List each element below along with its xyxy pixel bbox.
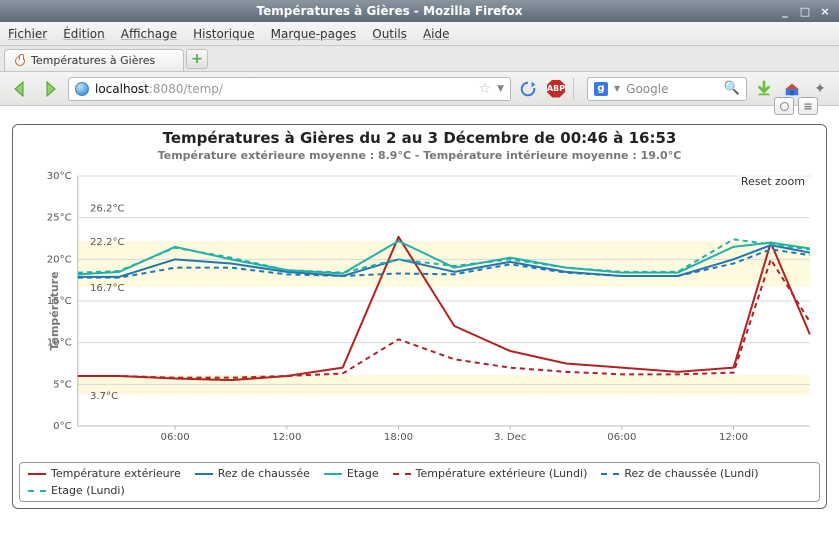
- svg-text:22.2°C: 22.2°C: [90, 237, 125, 248]
- search-bar[interactable]: g ▼ Google 🔍: [587, 77, 747, 101]
- window-title: Températures à Gières - Mozilla Firefox: [257, 4, 523, 18]
- tab-active[interactable]: Températures à Gières: [4, 49, 184, 71]
- legend-item-etage[interactable]: Etage: [324, 467, 379, 480]
- chart-export-button[interactable]: [774, 97, 794, 115]
- search-engine-icon[interactable]: g: [594, 82, 608, 96]
- nav-toolbar: localhost:8080/temp/ ☆ ▼ ABP g ▼ Google …: [0, 72, 839, 106]
- window-close-button[interactable]: ×: [817, 3, 833, 19]
- svg-text:16.7°C: 16.7°C: [90, 283, 125, 294]
- menu-edit[interactable]: Édition: [63, 27, 105, 41]
- chart-title: Températures à Gières du 2 au 3 Décembre…: [19, 129, 820, 147]
- menu-view[interactable]: Affichage: [121, 27, 177, 41]
- svg-text:25°C: 25°C: [47, 213, 72, 224]
- url-bar[interactable]: localhost:8080/temp/ ☆ ▼: [68, 77, 511, 101]
- forward-button[interactable]: [38, 77, 62, 101]
- url-path: /temp/: [183, 82, 222, 96]
- downloads-button[interactable]: [753, 78, 775, 100]
- svg-text:12:00: 12:00: [719, 432, 748, 443]
- tab-bar: Températures à Gières +: [0, 46, 839, 72]
- legend-item-etage-lundi[interactable]: Etage (Lundi): [28, 484, 125, 497]
- search-placeholder: Google: [626, 82, 668, 96]
- window-titlebar: Températures à Gières - Mozilla Firefox …: [0, 0, 839, 22]
- svg-text:0°C: 0°C: [53, 421, 72, 432]
- chart-plot[interactable]: Température Reset zoom 0°C5°C10°C15°C20°…: [19, 166, 820, 456]
- url-dropdown-icon[interactable]: ▼: [497, 84, 504, 94]
- svg-text:12:00: 12:00: [272, 432, 301, 443]
- tab-label: Températures à Gières: [31, 54, 155, 67]
- window-minimize-button[interactable]: _: [777, 3, 793, 19]
- chart-menu-button[interactable]: ≡: [798, 97, 818, 115]
- window-maximize-button[interactable]: □: [797, 3, 813, 19]
- new-tab-button[interactable]: +: [186, 49, 208, 69]
- svg-text:30°C: 30°C: [47, 171, 72, 182]
- search-dropdown-icon[interactable]: ▼: [614, 84, 620, 93]
- legend-item-ext[interactable]: Température extérieure: [28, 467, 181, 480]
- svg-text:06:00: 06:00: [161, 432, 190, 443]
- search-go-icon[interactable]: 🔍: [724, 81, 740, 96]
- page-content: Températures à Gières du 2 au 3 Décembre…: [0, 106, 839, 515]
- svg-text:06:00: 06:00: [607, 432, 636, 443]
- site-identity-icon[interactable]: [75, 82, 89, 96]
- svg-text:26.2°C: 26.2°C: [90, 204, 125, 215]
- adblock-icon[interactable]: ABP: [545, 78, 567, 100]
- svg-text:18:00: 18:00: [384, 432, 413, 443]
- chart-container: Températures à Gières du 2 au 3 Décembre…: [12, 124, 827, 509]
- menu-help[interactable]: Aide: [423, 27, 450, 41]
- menu-file[interactable]: Fichier: [8, 27, 47, 41]
- bookmark-star-icon[interactable]: ☆: [479, 81, 492, 97]
- legend-item-rdc[interactable]: Rez de chaussée: [195, 467, 310, 480]
- reload-button[interactable]: [517, 78, 539, 100]
- url-port: :8080: [149, 82, 184, 96]
- svg-text:20°C: 20°C: [47, 254, 72, 265]
- svg-text:5°C: 5°C: [53, 379, 72, 390]
- menu-bookmarks[interactable]: Marque-pages: [271, 27, 357, 41]
- legend-item-ext-lundi[interactable]: Température extérieure (Lundi): [393, 467, 588, 480]
- favicon-icon: [15, 56, 25, 66]
- chart-subtitle: Température extérieure moyenne : 8.9°C -…: [19, 149, 820, 162]
- legend-item-rdc-lundi[interactable]: Rez de chaussée (Lundi): [601, 467, 758, 480]
- menu-bar: Fichier Édition Affichage Historique Mar…: [0, 22, 839, 46]
- menu-history[interactable]: Historique: [193, 27, 255, 41]
- back-button[interactable]: [8, 77, 32, 101]
- svg-text:3. Dec: 3. Dec: [494, 432, 526, 443]
- menu-tools[interactable]: Outils: [372, 27, 407, 41]
- toolbar-separator: [573, 78, 581, 100]
- url-host: localhost: [95, 82, 149, 96]
- chart-legend: Température extérieure Rez de chaussée E…: [19, 462, 820, 502]
- reset-zoom-button[interactable]: Reset zoom: [738, 174, 808, 189]
- chart-ylabel: Température: [48, 271, 61, 350]
- svg-text:3.7°C: 3.7°C: [90, 391, 118, 402]
- chart-header: Températures à Gières du 2 au 3 Décembre…: [19, 129, 820, 162]
